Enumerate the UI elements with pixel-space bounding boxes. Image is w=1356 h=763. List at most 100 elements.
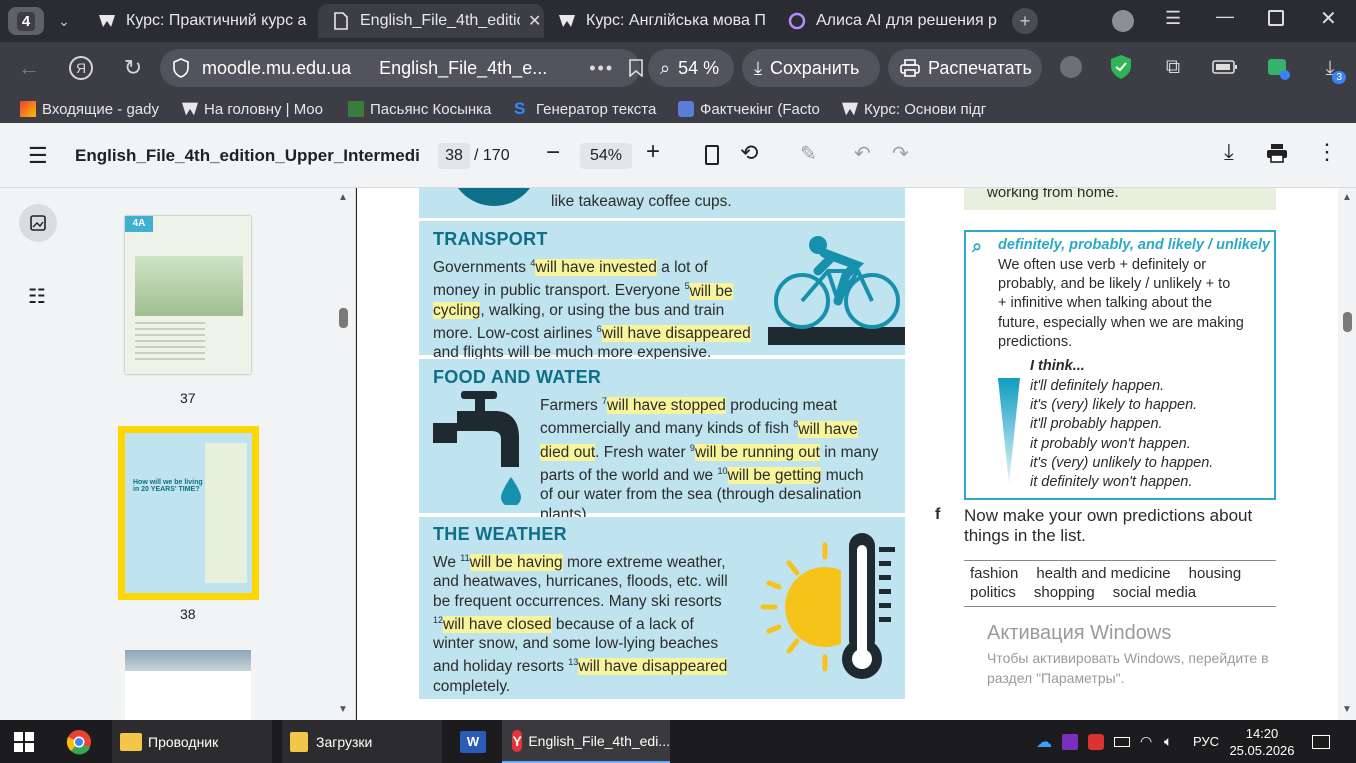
zoom-out-icon[interactable]: − (546, 139, 560, 167)
redo-icon[interactable]: ↷ (892, 141, 909, 166)
printer-icon (900, 59, 920, 77)
pdf-download-icon[interactable]: ⤓ (1224, 139, 1234, 165)
scroll-thumb[interactable] (1343, 312, 1352, 332)
pdf-print-icon[interactable] (1266, 143, 1288, 163)
tab-english-file[interactable]: English_File_4th_editio ✕ (318, 4, 544, 38)
maximize-icon[interactable] (1268, 10, 1284, 26)
bookmark-solitaire[interactable]: Пасьянс Косынка (348, 98, 496, 120)
highlight: will have (798, 420, 858, 438)
undo-icon[interactable]: ↶ (854, 141, 871, 166)
sidebar-scroll-up[interactable]: ▲ (338, 192, 348, 203)
zoom-level-input[interactable]: 54% (580, 143, 632, 169)
tray-app-icon[interactable] (1088, 720, 1104, 763)
document-scrollbar[interactable]: ▲ ▼ (1338, 188, 1356, 720)
word-taskbar-button[interactable]: W (460, 720, 486, 763)
downloads-taskbar-button[interactable]: Загрузки (282, 720, 442, 763)
thumbnail-page-37[interactable]: 4A (125, 216, 251, 374)
close-tab-icon[interactable]: ✕ (528, 11, 541, 31)
pdf-more-icon[interactable]: ⋮ (1316, 139, 1338, 165)
tabs-dropdown-icon[interactable]: ⌄ (50, 7, 78, 35)
downloads-folder-icon (290, 731, 308, 752)
annotate-icon[interactable]: ✎ (800, 141, 817, 166)
sidebar-scroll-thumb[interactable] (339, 308, 348, 328)
tab-alisa-ai[interactable]: Алиса AI для решения р (774, 4, 1004, 38)
onedrive-icon[interactable]: ☁ (1036, 720, 1052, 763)
certainty-item: it'll definitely happen. (1030, 378, 1165, 394)
yandex-taskbar-button[interactable]: Y English_File_4th_edi... (502, 720, 670, 763)
new-tab-button[interactable]: + (1012, 8, 1038, 34)
bookmark-icon[interactable] (628, 59, 644, 77)
bookmark-gmail[interactable]: Входящие - gady (20, 98, 196, 120)
scroll-up-arrow[interactable]: ▲ (1342, 192, 1352, 203)
s-logo-icon: S (514, 99, 526, 118)
notifications-icon[interactable] (1312, 720, 1330, 763)
outline-view-icon[interactable]: ☷ (28, 284, 46, 309)
panel-food-water: FOOD AND WATER Farmers 7will have stoppe… (419, 359, 905, 523)
highlight: will have disappeared (578, 658, 728, 676)
grammar-note-box: ⌕ definitely, probably, and likely / unl… (964, 230, 1276, 500)
back-icon[interactable]: ← (14, 54, 44, 82)
profile-avatar-icon[interactable] (1112, 10, 1134, 32)
thumbnail-page-39[interactable] (125, 650, 251, 720)
text: and holiday resorts (433, 658, 569, 676)
tab-course-english[interactable]: Курс: Англійська мова П (544, 4, 774, 38)
tab-count-button[interactable]: 4 (8, 7, 44, 35)
battery-icon[interactable] (1212, 56, 1238, 78)
wifi-icon[interactable]: ◠ (1140, 720, 1152, 763)
bookmark-factchecking[interactable]: Фактчекінг (Facto (678, 98, 828, 120)
svg-text:Я: Я (76, 60, 86, 76)
thumb-right-col (205, 443, 247, 583)
text: winter snow, and some low-lying beaches (433, 635, 719, 653)
zoom-label: 54 % (678, 57, 720, 78)
chrome-taskbar-button[interactable] (66, 720, 92, 763)
menu-icon[interactable]: ☰ (1165, 8, 1181, 29)
address-field[interactable]: moodle.mu.edu.ua English_File_4th_e... •… (160, 49, 643, 87)
extension-gray-icon[interactable] (1060, 56, 1082, 78)
collections-icon[interactable] (1264, 54, 1292, 82)
yandex-icon[interactable]: Я (66, 54, 96, 82)
thumbnails-view-icon[interactable] (19, 204, 57, 242)
pdf-toolbar: ☰ English_File_4th_edition_Upper_Interme… (0, 123, 1356, 188)
clock[interactable]: 14:20 25.05.2026 (1228, 720, 1296, 763)
topic-item: shopping (1033, 584, 1095, 601)
save-button[interactable]: ⤓ Сохранить (742, 49, 880, 87)
bookmark-course-basics[interactable]: Курс: Основи підг (842, 98, 992, 120)
text: a lot of (656, 259, 708, 277)
bookmark-home[interactable]: На головну | Moo (182, 98, 332, 120)
sidebar-scroll-down[interactable]: ▼ (338, 704, 348, 715)
downloads-icon[interactable]: ⤓ 3 (1316, 54, 1346, 84)
minimize-icon[interactable]: — (1216, 6, 1234, 27)
fit-page-icon[interactable] (705, 145, 719, 165)
sup: 13 (568, 657, 579, 668)
thumbnail-label-37: 37 (180, 390, 196, 406)
reload-icon[interactable]: ↻ (118, 54, 148, 82)
scroll-down-arrow[interactable]: ▼ (1342, 704, 1352, 715)
adblock-shield-icon[interactable] (1108, 54, 1134, 80)
volume-icon[interactable]: 🔈︎ (1164, 720, 1172, 763)
windows-activation-line2: раздел "Параметры". (987, 670, 1125, 686)
explorer-taskbar-button[interactable]: Проводник (112, 720, 272, 763)
thumbnail-page-38[interactable]: How will we be living in 20 YEARS' TIME? (118, 426, 259, 600)
rotate-icon[interactable]: ⟲ (740, 140, 758, 166)
print-button[interactable]: Распечатать (888, 49, 1042, 87)
language-indicator[interactable]: РУС (1193, 720, 1219, 763)
zoom-in-icon[interactable]: + (646, 138, 660, 166)
sidebar-menu-icon[interactable]: ☰ (28, 143, 48, 169)
tab-label: Курс: Англійська мова П (586, 12, 766, 29)
onenote-icon[interactable] (1062, 720, 1078, 763)
more-icon[interactable]: ••• (589, 58, 614, 79)
clock-date: 25.05.2026 (1229, 742, 1295, 758)
note-line: + infinitive when talking about the (998, 295, 1213, 312)
tray-battery-icon[interactable] (1114, 720, 1130, 763)
start-button[interactable] (14, 720, 34, 763)
magnifier-icon: ⌕ (972, 236, 983, 256)
tab-course-practical[interactable]: Курс: Практичний курс а (84, 4, 314, 38)
note-body: We often use verb + definitely or probab… (998, 256, 1244, 352)
bookmark-text-generator[interactable]: S Генератор текста (514, 98, 664, 120)
page-number-input[interactable]: 38 (438, 143, 470, 169)
zoom-button[interactable]: ⌕ 54 % (648, 49, 734, 87)
highlight: will be (689, 282, 733, 300)
extensions-puzzle-icon[interactable]: ⧉ (1160, 54, 1186, 80)
close-window-icon[interactable]: ✕ (1320, 6, 1337, 31)
topics-row-1: fashion health and medicine housing (970, 565, 1241, 582)
